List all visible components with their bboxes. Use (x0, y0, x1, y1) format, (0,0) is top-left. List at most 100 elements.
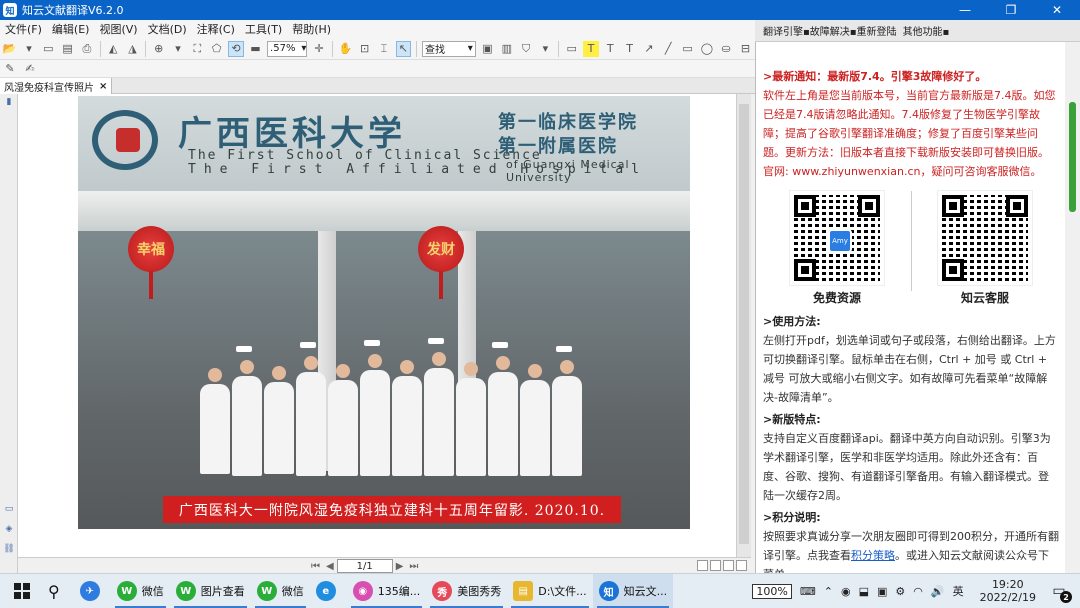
continuous-view-icon[interactable] (710, 560, 721, 571)
stamp-icon[interactable]: ⛉ (518, 41, 533, 57)
minimize-button[interactable]: — (942, 0, 988, 20)
taskbar-app-wechat-2[interactable]: W 微信 (251, 574, 310, 608)
staff-member (264, 382, 294, 474)
taskbar-app-explorer[interactable]: ▤ D:\文件... (507, 574, 592, 608)
save-icon[interactable]: ▭ (41, 41, 56, 57)
fit-page-icon[interactable]: ⛶ (190, 41, 205, 57)
document-tab[interactable]: 风湿免疫科宣传照片 × (0, 78, 113, 94)
open-folder-icon[interactable]: 📂 (2, 41, 17, 57)
tray-app-icon-2[interactable]: ⬓ (859, 585, 869, 598)
typewriter-icon[interactable]: T (622, 41, 637, 57)
taskbar-app-feishu[interactable]: ✈ (74, 574, 111, 608)
menu-document[interactable]: 文档(D) (143, 21, 192, 37)
translation-panel[interactable]: >最新通知：最新版7.4。引擎3故障修好了。 软件左上角是您当前版本号，当前官方… (755, 42, 1065, 573)
staff-member (552, 376, 582, 476)
menu-comment[interactable]: 注释(C) (192, 21, 240, 37)
zoom-level-input[interactable]: .57% ▾ (267, 40, 308, 57)
text-select-icon[interactable]: ⌶ (376, 41, 391, 57)
rotate-view-icon[interactable]: ⬠ (209, 41, 224, 57)
battery-indicator[interactable]: 100% (752, 583, 792, 599)
windows-start-icon[interactable] (14, 583, 30, 599)
find-next-icon[interactable]: ▣ (480, 41, 495, 57)
menu-help[interactable]: 帮助(H) (287, 21, 336, 37)
taskbar-app-ie[interactable]: e (310, 574, 347, 608)
tray-app-icon[interactable]: ◉ (841, 585, 851, 598)
ellipse-tool-icon[interactable]: ◯ (699, 41, 714, 57)
volume-icon[interactable]: 🔊 (931, 585, 945, 598)
line-tool-icon[interactable]: ╱ (661, 41, 676, 57)
highlight-text-icon[interactable]: T (583, 40, 599, 57)
zoom-dropdown-icon[interactable]: ▾ (170, 41, 185, 57)
menu-edit[interactable]: 编辑(E) (47, 21, 95, 37)
stamp-dropdown-icon[interactable]: ▾ (538, 41, 553, 57)
edit-form-icon[interactable]: ✍ (22, 61, 38, 77)
rotate-right-icon[interactable]: ◮ (125, 41, 140, 57)
maximize-button[interactable]: ❐ (988, 0, 1034, 20)
menu-file[interactable]: 文件(F) (0, 21, 47, 37)
taskbar-search-icon[interactable]: ⚲ (42, 574, 66, 608)
system-clock[interactable]: 19:20 2022/2/19 (976, 578, 1040, 604)
save-as-icon[interactable]: ▤ (60, 41, 75, 57)
next-page-icon[interactable]: ▶ (396, 561, 404, 572)
title-bar: 知 知云文献翻译V6.2.0 — ❐ ✕ (0, 0, 1080, 20)
engine-menu[interactable]: 翻译引擎▪故障解决▪重新登陆 (763, 23, 897, 38)
input-method-indicator[interactable]: 英 (953, 583, 964, 599)
layers-icon[interactable]: ◈ (3, 524, 15, 536)
taskbar-app-135editor[interactable]: ◉ 135编... (347, 574, 427, 608)
viewer-scrollbar[interactable] (736, 94, 751, 557)
keyboard-icon[interactable]: ⌨ (800, 585, 816, 598)
show-hidden-icons-icon[interactable]: ⌃ (824, 585, 833, 598)
qr-finder-pattern (858, 195, 880, 217)
fit-width-icon[interactable]: ⟲ (228, 40, 244, 57)
building-sign-right-2: 第一附属医院 (498, 136, 618, 157)
wifi-icon[interactable]: ◠ (913, 585, 923, 598)
crosshair-icon[interactable]: ✛ (311, 41, 326, 57)
link-icon[interactable]: ⛓ (3, 544, 15, 556)
two-page-continuous-view-icon[interactable] (736, 560, 747, 571)
translation-panel-scrollbar[interactable] (1065, 42, 1080, 573)
pdf-viewer[interactable]: 广西医科大学 The First School of Clinical Scie… (18, 94, 736, 557)
hand-tool-icon[interactable]: ✋ (338, 41, 353, 57)
single-page-view-icon[interactable] (697, 560, 708, 571)
last-page-icon[interactable]: ⏭ (409, 561, 418, 572)
print-icon[interactable]: ⎙ (79, 41, 94, 57)
first-page-icon[interactable]: ⏮ (311, 561, 320, 572)
translation-scrollbar-thumb[interactable] (1069, 102, 1076, 212)
viewer-scrollbar-thumb[interactable] (739, 104, 749, 544)
page-number-input[interactable]: 1/1 (336, 559, 393, 573)
points-policy-link[interactable]: 积分策略 (851, 549, 895, 562)
strikethrough-text-icon[interactable]: T (603, 41, 618, 57)
taskbar-app-zhiyun[interactable]: 知知云文... (592, 573, 674, 608)
menu-view[interactable]: 视图(V) (94, 21, 142, 37)
tray-app-icon-3[interactable]: ▣ (877, 585, 887, 598)
notification-center-icon[interactable]: ▭ 2 (1048, 580, 1072, 603)
bookmark-icon[interactable]: ▥ (499, 41, 514, 57)
zoom-in-icon[interactable]: ⊕ (151, 41, 166, 57)
two-page-view-icon[interactable] (723, 560, 734, 571)
taskbar-app-wechat[interactable]: W 微信 (111, 574, 170, 608)
comments-panel-icon[interactable]: ▭ (3, 504, 15, 516)
arrow-tool-icon[interactable]: ↗ (641, 41, 656, 57)
close-button[interactable]: ✕ (1034, 0, 1080, 20)
tab-close-icon[interactable]: × (99, 81, 107, 92)
rotate-left-icon[interactable]: ◭ (106, 41, 121, 57)
actual-size-icon[interactable]: ▬ (248, 41, 263, 57)
edit-note-icon[interactable]: ✎ (2, 61, 18, 77)
search-input[interactable]: 查找 ▾ (421, 40, 476, 57)
taskbar-app-meitu[interactable]: 秀美图秀秀 (426, 574, 507, 608)
comment-icon[interactable]: ▭ (564, 41, 579, 57)
dropdown-arrow-icon[interactable]: ▾ (21, 41, 36, 57)
taskbar-app-image-viewer[interactable]: W 图片查看 (170, 574, 251, 608)
stamp-tool-icon[interactable]: ⛀ (719, 41, 734, 57)
tray-app-icon-4[interactable]: ⚙ (895, 585, 905, 598)
previous-page-icon[interactable]: ◀ (326, 561, 334, 572)
select-tool-icon[interactable]: ↖ (395, 40, 411, 57)
attachment-icon[interactable]: ⊟ (738, 41, 753, 57)
nurse-cap (556, 346, 572, 352)
rectangle-tool-icon[interactable]: ▭ (680, 41, 695, 57)
other-functions-menu[interactable]: 其他功能▪ (903, 23, 950, 38)
building-sign-right-1: 第一临床医学院 (498, 112, 638, 133)
menu-tools[interactable]: 工具(T) (240, 21, 287, 37)
snapshot-icon[interactable]: ⊡ (357, 41, 372, 57)
page-thumbnail-icon[interactable]: ▮ (3, 97, 15, 109)
